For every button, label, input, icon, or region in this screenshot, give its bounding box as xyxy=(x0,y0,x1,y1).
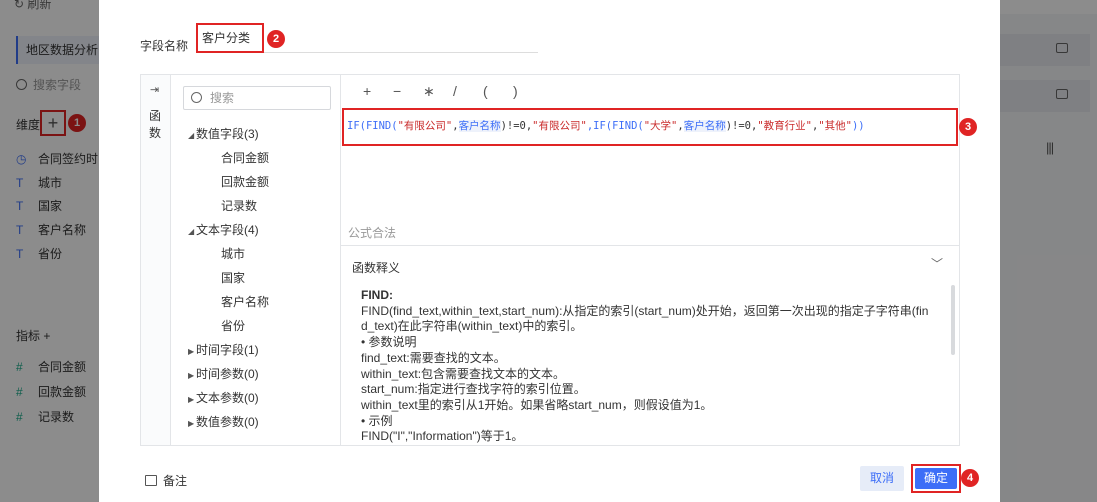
caret-right-icon: ▶ xyxy=(188,347,195,356)
function-description: FIND: FIND(find_text,within_text,start_n… xyxy=(361,288,929,444)
description-scrollbar[interactable] xyxy=(951,285,955,355)
function-label: 函数 xyxy=(149,109,162,140)
minus-operator-button[interactable]: − xyxy=(393,83,423,99)
formula-input[interactable]: IF(FIND("有限公司",客户名称)!=0,"有限公司",IF(FIND("… xyxy=(342,108,958,146)
close-paren-button[interactable]: ) xyxy=(513,83,543,99)
plus-operator-button[interactable]: + xyxy=(363,83,393,99)
function-panel-toggle[interactable]: ⇥ 函数 xyxy=(141,75,171,445)
annotation-badge: 4 xyxy=(961,469,979,487)
divide-operator-button[interactable]: / xyxy=(453,83,483,99)
search-icon xyxy=(191,92,202,103)
tree-item[interactable]: 合同金额 xyxy=(221,149,269,166)
tree-group-numeric[interactable]: ◢ 数值字段(3) xyxy=(188,125,259,142)
field-token: 客户名称 xyxy=(683,120,726,132)
tree-group-text[interactable]: ◢ 文本字段(4) xyxy=(188,221,259,238)
confirm-button[interactable]: 确定 xyxy=(915,468,957,489)
confirm-button-highlight: 确定 xyxy=(911,464,961,493)
tree-item[interactable]: 回款金额 xyxy=(221,173,269,190)
annotation-badge: 3 xyxy=(959,118,977,136)
function-description-header[interactable]: 函数释义 ﹀ xyxy=(341,245,959,281)
tree-search-input[interactable]: 搜索 xyxy=(183,86,331,110)
field-token: 客户名称 xyxy=(458,120,501,132)
annotation-badge: 2 xyxy=(267,30,285,48)
field-name-input[interactable]: 客户分类 xyxy=(196,23,538,53)
chevron-down-icon[interactable]: ﹀ xyxy=(931,255,943,272)
calculated-field-dialog: 字段名称 客户分类 2 ⇥ 函数 搜索 ◢ 数值字段(3) 合同金额 回款金额 记… xyxy=(99,0,1000,502)
formula-workspace: + − ∗ /() IF(FIND("有限公司",客户名称)!=0,"有限公司",IF… xyxy=(341,75,959,445)
field-tree: 搜索 ◢ 数值字段(3) 合同金额 回款金额 记录数 ◢ 文本字段(4) 城市 国家… xyxy=(171,75,341,445)
formula-status: 公式合法 xyxy=(348,226,397,240)
caret-right-icon: ▶ xyxy=(188,395,195,404)
tree-group-time[interactable]: ▶ 时间字段(1) xyxy=(188,341,259,358)
note-button[interactable]: 备注 xyxy=(145,472,187,489)
field-name-label: 字段名称 xyxy=(140,39,189,53)
tree-item[interactable]: 客户名称 xyxy=(221,293,269,310)
note-icon xyxy=(145,475,157,486)
tree-group-text-param[interactable]: ▶ 文本参数(0) xyxy=(188,389,259,406)
tree-group-time-param[interactable]: ▶ 时间参数(0) xyxy=(188,365,259,382)
multiply-operator-button[interactable]: ∗ xyxy=(423,83,453,100)
caret-right-icon: ▶ xyxy=(188,371,195,380)
tree-item[interactable]: 记录数 xyxy=(221,197,257,214)
tree-item[interactable]: 省份 xyxy=(221,317,245,334)
open-paren-button[interactable]: ( xyxy=(483,83,513,99)
expand-arrow-icon: ⇥ xyxy=(150,84,160,96)
formula-editor: ⇥ 函数 搜索 ◢ 数值字段(3) 合同金额 回款金额 记录数 ◢ 文本字段(4) … xyxy=(140,74,960,446)
tree-item[interactable]: 国家 xyxy=(221,269,245,286)
caret-right-icon: ▶ xyxy=(188,419,195,428)
field-name-value[interactable]: 客户分类 xyxy=(196,23,264,53)
tree-item[interactable]: 城市 xyxy=(221,245,245,262)
caret-down-icon: ◢ xyxy=(188,227,195,236)
caret-down-icon: ◢ xyxy=(188,131,195,140)
tree-group-num-param[interactable]: ▶ 数值参数(0) xyxy=(188,413,259,430)
operator-bar: + − ∗ /() xyxy=(363,83,543,100)
cancel-button[interactable]: 取消 xyxy=(860,466,904,491)
